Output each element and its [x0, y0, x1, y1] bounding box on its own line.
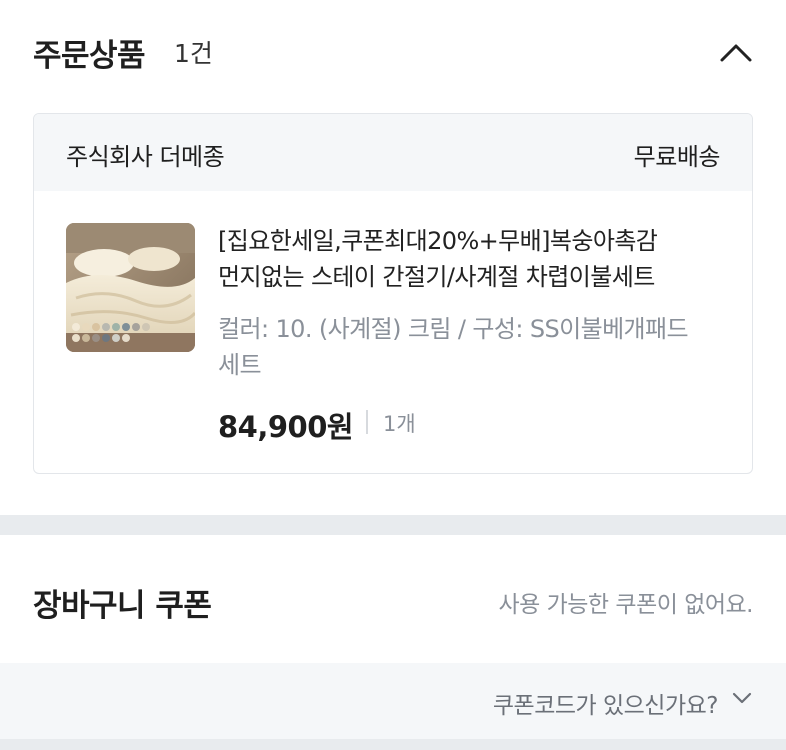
product-quantity: 1개 — [383, 412, 416, 436]
product-price: 84,900원 — [218, 410, 354, 444]
product-thumbnail[interactable] — [66, 223, 195, 352]
product-name-line-2: 먼지없는 스테이 간절기/사계절 차렵이불세트 — [218, 263, 655, 291]
order-items-title: 주문상품 — [33, 38, 146, 74]
coupon-code-prompt: 쿠폰코드가 있으신가요? — [492, 693, 719, 719]
order-items-count: 1건 — [174, 39, 213, 68]
cart-coupon-title: 장바구니 쿠폰 — [33, 588, 212, 624]
cart-coupon-status: 사용 가능한 쿠폰이 없어요. — [498, 592, 753, 618]
shipping-label: 무료배송 — [633, 143, 721, 171]
chevron-down-icon — [731, 690, 753, 706]
order-items-header[interactable]: 주문상품 1건 — [0, 0, 786, 100]
coupon-code-toggle[interactable]: 쿠폰코드가 있으신가요? — [0, 663, 786, 739]
bottom-divider — [0, 739, 786, 750]
section-divider — [0, 515, 786, 535]
seller-name: 주식회사 더메종 — [66, 143, 225, 171]
seller-header: 주식회사 더메종 무료배송 — [34, 114, 752, 191]
product-name[interactable]: [집요한세일,쿠폰최대20%+무배]복숭아촉감 먼지없는 스테이 간절기/사계절… — [218, 223, 718, 295]
product-option-line-2: 세트 — [218, 351, 262, 379]
seller-order-card: 주식회사 더메종 무료배송 [집요한세일,쿠폰최대20%+무배]복숭아촉감 먼지… — [33, 113, 753, 474]
price-quantity-divider — [366, 410, 368, 434]
product-option-line-1: 컬러: 10. (사계절) 크림 / 구성: SS이불베개패드 — [218, 315, 689, 343]
product-name-line-1: [집요한세일,쿠폰최대20%+무배]복숭아촉감 — [218, 227, 658, 255]
chevron-up-icon[interactable] — [716, 36, 756, 66]
product-option: 컬러: 10. (사계절) 크림 / 구성: SS이불베개패드 세트 — [218, 311, 728, 383]
